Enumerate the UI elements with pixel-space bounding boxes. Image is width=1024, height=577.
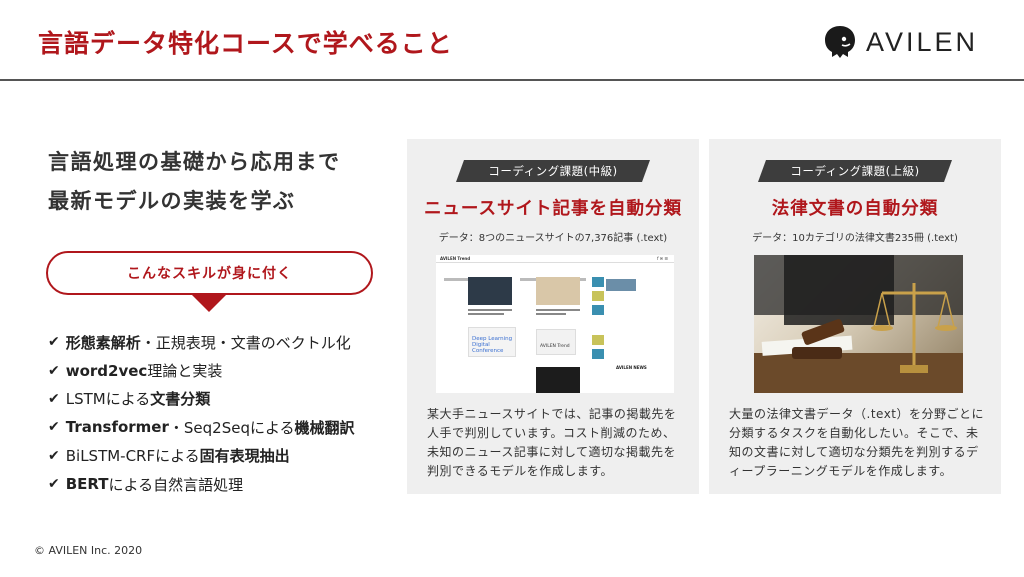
level-tag: コーディング課題(上級) xyxy=(758,160,952,182)
skill-text: ・正規表現・文書のベクトル化 xyxy=(140,333,351,352)
down-arrow-icon xyxy=(191,294,227,312)
news-section-label: AVILEN NEWS xyxy=(616,365,647,370)
banner-text: Deep Learning Digital Conference xyxy=(472,336,513,354)
check-icon: ✔ xyxy=(48,390,60,407)
news-thumbnail xyxy=(606,279,636,291)
skill-text: による自然言語処理 xyxy=(108,475,244,494)
skill-label-pill: こんなスキルが身に付く xyxy=(46,251,373,295)
skill-label: こんなスキルが身に付く xyxy=(127,266,292,282)
skill-bold: 固有表現抽出 xyxy=(199,447,290,466)
news-text-line xyxy=(468,309,512,311)
skill-bold: 形態素解析 xyxy=(65,333,141,352)
news-text-line xyxy=(468,313,504,315)
news-side-thumb xyxy=(592,277,604,287)
lion-logo-icon xyxy=(825,26,855,58)
skill-bold: Transformer xyxy=(65,418,169,437)
news-thumbnail xyxy=(468,277,512,305)
check-icon: ✔ xyxy=(48,447,60,464)
skill-item-morphology: ✔ 形態素解析 ・正規表現・文書のベクトル化 xyxy=(48,328,355,356)
card-data-info: データ：8つのニュースサイトの7,376記事 (.text) xyxy=(438,233,668,244)
skill-text: ・Seq2Seqによる xyxy=(168,418,295,437)
skill-item-transformer: ✔ Transformer ・Seq2Seqによる 機械翻訳 xyxy=(48,413,355,441)
level-tag: コーディング課題(中級) xyxy=(456,160,650,182)
check-icon: ✔ xyxy=(48,334,60,351)
skill-text: LSTMによる xyxy=(65,390,151,409)
skill-list: ✔ 形態素解析 ・正規表現・文書のベクトル化 ✔ word2vec 理論と実装 … xyxy=(48,328,355,498)
news-thumbnail xyxy=(536,277,580,305)
page-title: 言語データ特化コースで学べること xyxy=(38,29,453,58)
skill-bold: word2vec xyxy=(65,361,148,380)
skill-bold: 機械翻訳 xyxy=(294,418,355,437)
card-legal-classification: コーディング課題(上級) 法律文書の自動分類 データ：10カテゴリの法律文書23… xyxy=(709,139,1001,494)
logo-text: AVILEN xyxy=(866,26,979,57)
banner-text: AVILEN Trend xyxy=(540,344,570,349)
check-icon: ✔ xyxy=(48,476,60,493)
news-nav xyxy=(444,266,604,281)
news-thumbnail xyxy=(536,367,580,393)
card-description: 大量の法律文書データ（.text）を分野ごとに分類するタスクを自動化したい。そこ… xyxy=(729,407,984,478)
header-divider xyxy=(0,79,1024,81)
news-site-topbar: AVILEN Trend f ✉ ☰ xyxy=(436,255,674,263)
social-icons: f ✉ ☰ xyxy=(657,256,668,261)
legal-scale-photo xyxy=(754,255,963,393)
news-site-screenshot: AVILEN Trend f ✉ ☰ Deep Learning Digital… xyxy=(436,255,674,393)
card-description: 某大手ニュースサイトでは、記事の掲載先を人手で判別しています。コスト削減のため、… xyxy=(427,407,677,478)
card-title: ニュースサイト記事を自動分類 xyxy=(423,199,683,219)
headline-line-2: 最新モデルの実装を学ぶ xyxy=(48,189,296,213)
headline-line-1: 言語処理の基礎から応用まで xyxy=(48,150,341,174)
skill-text: BiLSTM-CRFによる xyxy=(65,447,200,466)
news-side-thumb xyxy=(592,335,604,345)
check-icon: ✔ xyxy=(48,419,60,436)
skill-text: 理論と実装 xyxy=(147,362,223,381)
news-side-thumb xyxy=(592,291,604,301)
skill-bold: BERT xyxy=(65,475,109,494)
header: 言語データ特化コースで学べること AVILEN xyxy=(0,0,1024,81)
skill-bold: 文書分類 xyxy=(150,390,211,409)
card-news-classification: コーディング課題(中級) ニュースサイト記事を自動分類 データ：8つのニュースサ… xyxy=(407,139,699,494)
card-data-info: データ：10カテゴリの法律文書235冊 (.text) xyxy=(752,233,958,244)
skill-item-bert: ✔ BERT による自然言語処理 xyxy=(48,470,355,498)
news-side-thumb xyxy=(592,305,604,315)
news-text-line xyxy=(536,313,566,315)
trend-banner: AVILEN Trend xyxy=(536,329,576,355)
skill-item-word2vec: ✔ word2vec 理論と実装 xyxy=(48,356,355,384)
avilen-logo: AVILEN xyxy=(822,22,978,62)
news-brand: AVILEN Trend xyxy=(440,256,471,261)
copyright: © AVILEN Inc. 2020 xyxy=(34,544,143,557)
check-icon: ✔ xyxy=(48,362,60,379)
skill-item-lstm: ✔ LSTMによる 文書分類 xyxy=(48,385,355,413)
skill-item-bilstm: ✔ BiLSTM-CRFによる 固有表現抽出 xyxy=(48,442,355,470)
news-side-thumb xyxy=(592,349,604,359)
card-title: 法律文書の自動分類 xyxy=(771,199,939,219)
deep-learning-banner: Deep Learning Digital Conference xyxy=(468,327,516,357)
news-text-line xyxy=(536,309,580,311)
